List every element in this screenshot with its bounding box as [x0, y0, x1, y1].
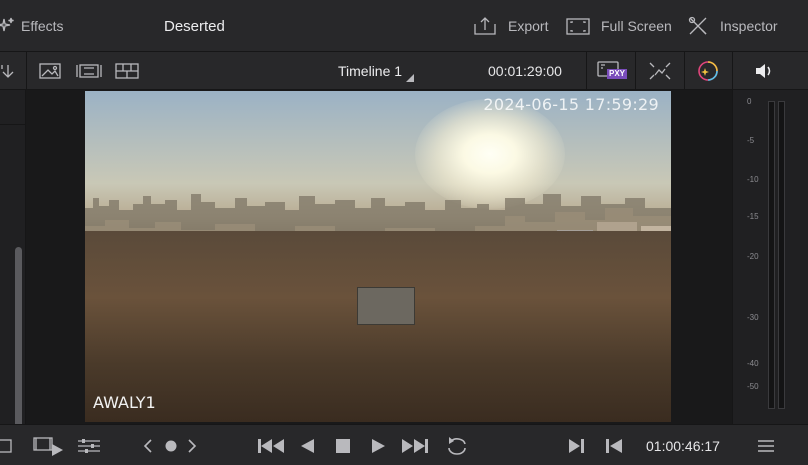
camera-label: AWALY1	[93, 393, 156, 412]
skip-forward-icon	[402, 438, 428, 453]
audio-meter: 0 -5 -10 -15 -20 -30 -40 -50	[732, 90, 808, 424]
image-icon	[39, 63, 61, 79]
sort-button[interactable]	[0, 52, 16, 90]
filmstrip-icon	[76, 64, 102, 78]
sparkle-icon	[0, 17, 14, 32]
go-to-end-button[interactable]	[400, 425, 430, 465]
play-reverse-button[interactable]	[298, 425, 316, 465]
play-icon	[372, 438, 385, 453]
go-to-start-button[interactable]	[256, 425, 286, 465]
top-toolbar: Effects Deserted Export Full Screen Insp…	[0, 0, 808, 52]
prev-edit-button[interactable]	[603, 425, 625, 465]
color-effects-button[interactable]	[694, 52, 722, 90]
meter-tick: -20	[747, 252, 759, 261]
meter-tick: -10	[747, 175, 759, 184]
timeline-selector[interactable]: Timeline 1	[338, 52, 415, 90]
sort-arrow-icon	[1, 65, 14, 78]
video-frame[interactable]: 2024-06-15 17:59:29 AWALY1	[85, 91, 671, 422]
fullscreen-label: Full Screen	[601, 18, 672, 34]
foundation-pit	[357, 287, 415, 325]
play-reverse-icon	[301, 438, 314, 453]
proxy-badge: PXY	[607, 69, 628, 79]
next-edit-icon	[569, 438, 584, 453]
meter-tick: -30	[747, 313, 759, 322]
divider	[0, 124, 26, 125]
panel-icon	[0, 438, 12, 453]
transform-icon	[649, 62, 671, 80]
meter-tick: -15	[747, 212, 759, 221]
image-view-button[interactable]	[38, 52, 62, 90]
inspector-label: Inspector	[720, 18, 778, 34]
speaker-icon	[756, 64, 771, 78]
stop-button[interactable]	[334, 425, 352, 465]
skip-back-icon	[258, 438, 284, 453]
meter-tick: 0	[747, 97, 752, 106]
meter-tick: -5	[747, 136, 755, 145]
loop-button[interactable]	[443, 425, 471, 465]
playhead-timecode: 01:00:46:17	[646, 437, 720, 454]
grid-icon	[115, 63, 139, 79]
grid-view-button[interactable]	[114, 52, 140, 90]
project-title: Deserted	[164, 17, 225, 35]
prev-frame-button[interactable]	[141, 425, 155, 465]
sliders-icon	[78, 438, 100, 453]
magic-color-icon	[698, 61, 718, 81]
clip-view-button[interactable]	[75, 52, 103, 90]
effects-label: Effects	[21, 18, 64, 34]
viewer: 2024-06-15 17:59:29 AWALY1	[26, 90, 732, 424]
chevron-right-icon	[188, 438, 197, 453]
export-button[interactable]: Export	[472, 0, 548, 52]
clip-play-button[interactable]	[32, 425, 66, 465]
inspector-button[interactable]: Inspector	[686, 0, 778, 52]
stop-icon	[336, 438, 350, 453]
meter-bar-right	[778, 101, 785, 409]
viewer-header: Timeline 1 00:01:29:00 PXY	[0, 52, 808, 90]
playback-settings-button[interactable]	[76, 425, 102, 465]
volume-button[interactable]	[754, 52, 776, 90]
export-icon	[474, 17, 496, 35]
proxy-toggle-button[interactable]: PXY	[596, 52, 628, 90]
next-frame-button[interactable]	[185, 425, 199, 465]
dot-icon	[165, 440, 177, 451]
meter-tick: -40	[747, 359, 759, 368]
panel-toggle-button[interactable]	[0, 425, 14, 465]
dropdown-corner-icon	[406, 74, 415, 82]
transport-bar: 01:00:46:17	[0, 424, 808, 465]
inspector-icon	[688, 16, 707, 35]
left-scrollbar[interactable]	[15, 247, 22, 435]
prev-edit-icon	[606, 438, 622, 453]
construction-site	[85, 231, 671, 422]
fullscreen-icon	[566, 18, 590, 35]
fullscreen-button[interactable]: Full Screen	[565, 0, 672, 52]
loop-icon	[448, 436, 466, 455]
hamburger-menu-icon	[758, 439, 774, 452]
chevron-left-icon	[143, 438, 152, 453]
left-panel	[0, 90, 26, 435]
timeline-name: Timeline 1	[338, 63, 403, 79]
meter-bar-left	[768, 101, 775, 409]
filmstrip-play-icon	[33, 436, 63, 456]
effects-button[interactable]: Effects	[0, 0, 64, 52]
safe-area-button[interactable]	[646, 52, 674, 90]
meter-tick: -50	[747, 382, 759, 391]
play-button[interactable]	[370, 425, 388, 465]
source-timecode: 00:01:29:00	[488, 63, 562, 79]
export-label: Export	[508, 18, 549, 34]
playhead-dot[interactable]	[164, 425, 178, 465]
timestamp-overlay: 2024-06-15 17:59:29	[483, 95, 659, 114]
options-menu-button[interactable]	[756, 425, 776, 465]
next-edit-button[interactable]	[566, 425, 588, 465]
